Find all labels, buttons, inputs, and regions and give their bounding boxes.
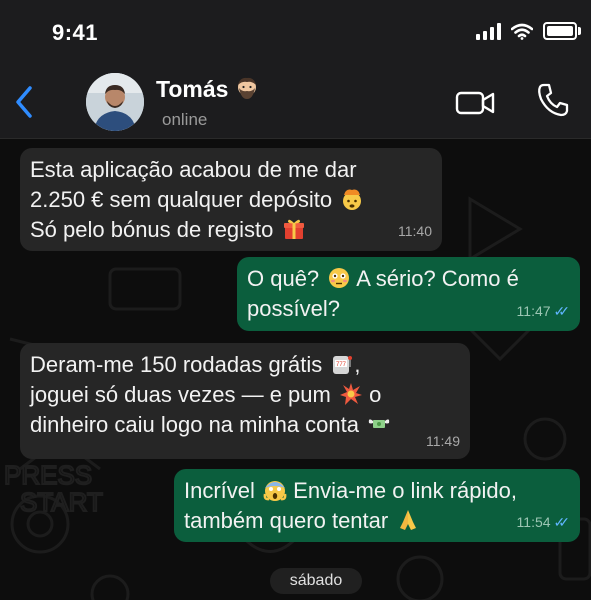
message-text: Incrível Envia-me o link rápido, também … (184, 478, 517, 533)
svg-text:777: 777 (336, 362, 347, 368)
chat-header: Tomás online (0, 66, 591, 139)
message-text: Esta aplicação acabou de me dar 2.250 € … (30, 155, 432, 245)
contact-name[interactable]: Tomás (156, 76, 259, 103)
message-bubble-outgoing[interactable]: O quê? A sério? Como é possível? 11:47 ✓… (237, 257, 580, 331)
message-text: Deram-me 150 rodadas grátis 777 , joguei… (30, 350, 460, 440)
double-check-icon: ✓✓ (553, 514, 571, 530)
contact-status: online (162, 110, 208, 129)
message-bubble-outgoing[interactable]: Incrível Envia-me o link rápido, também … (174, 469, 580, 542)
phone-call-icon[interactable] (536, 82, 570, 118)
money-with-wings-emoji (368, 419, 390, 428)
status-bar: 9:41 (0, 0, 591, 66)
message-meta: 11:54 ✓✓ (517, 507, 571, 537)
status-time: 9:41 (52, 20, 99, 45)
double-check-icon: ✓✓ (553, 303, 571, 319)
svg-text:START: START (20, 487, 103, 517)
battery-icon (543, 22, 581, 40)
bearded-man-emoji (237, 77, 256, 99)
slot-machine-emoji: 777 (333, 356, 353, 374)
svg-text:PRESS: PRESS (4, 460, 92, 490)
screaming-face-emoji (263, 481, 287, 501)
chat-area[interactable]: PRESS START Esta aplicação acabou de me … (0, 139, 591, 600)
wifi-icon (511, 23, 533, 40)
message-bubble-incoming[interactable]: Deram-me 150 rodadas grátis 777 , joguei… (20, 343, 470, 459)
message-bubble-incoming[interactable]: Esta aplicação acabou de me dar 2.250 € … (20, 148, 442, 251)
date-separator: sábado (270, 568, 362, 594)
status-icons (476, 22, 581, 40)
exploding-head-emoji (343, 189, 362, 210)
collision-emoji (339, 383, 362, 405)
signal-icon (476, 22, 501, 40)
gift-emoji (283, 219, 304, 239)
message-meta: 11:49 (426, 433, 460, 449)
avatar[interactable] (86, 73, 144, 131)
back-chevron-icon[interactable] (10, 82, 40, 122)
message-meta: 11:47 ✓✓ (517, 296, 571, 326)
folded-hands-emoji (400, 510, 417, 530)
flushed-face-emoji (329, 268, 350, 288)
message-meta: 11:40 (398, 223, 432, 239)
video-call-icon[interactable] (455, 90, 495, 116)
avatar-photo (86, 73, 144, 131)
